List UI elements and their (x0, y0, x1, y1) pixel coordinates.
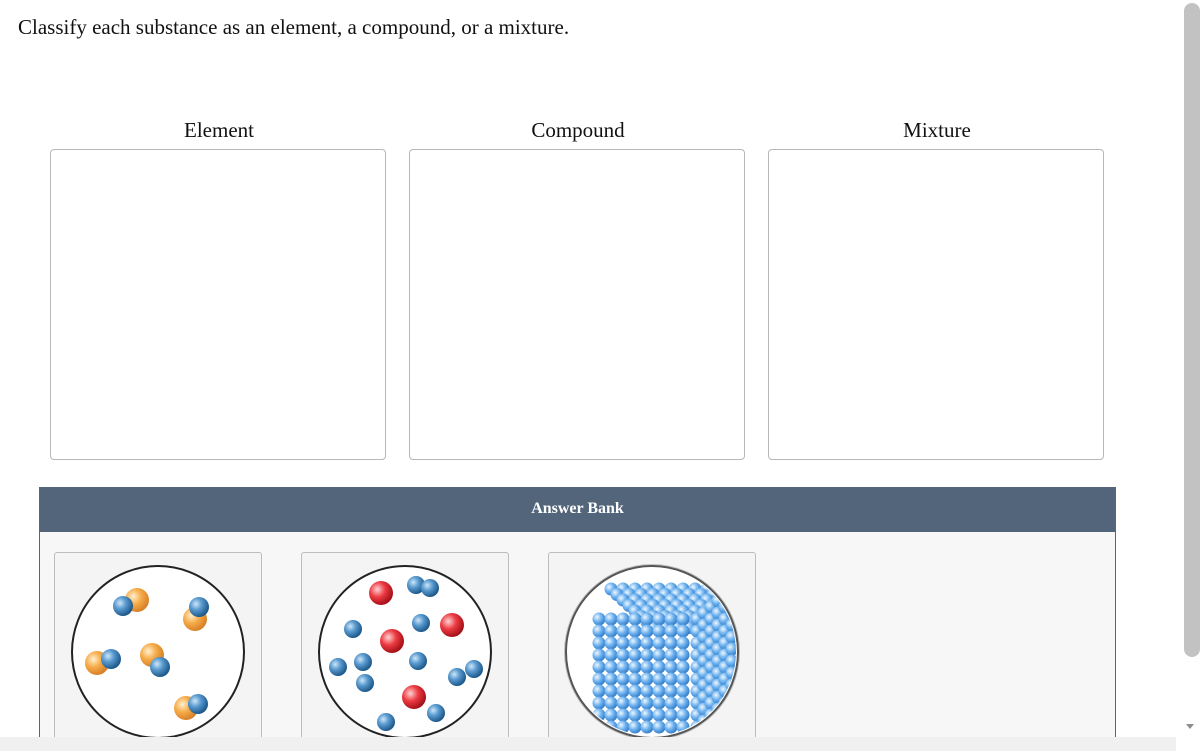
lattice-atom (664, 624, 678, 638)
lattice-atom (676, 672, 690, 686)
lattice-atom (676, 660, 690, 674)
lattice-atom (664, 684, 678, 698)
lattice-atom (628, 684, 642, 698)
lattice-atom (616, 612, 630, 626)
lattice-atom (664, 648, 678, 662)
lattice-atom (664, 720, 678, 734)
lattice-atom (664, 696, 678, 710)
drop-zone-mixture[interactable] (768, 149, 1104, 460)
answer-tile-mixed-atoms[interactable] (301, 552, 509, 751)
lattice-atom (676, 612, 690, 626)
lattice-atom (640, 660, 654, 674)
lattice-atom (652, 708, 666, 722)
lattice-atom (616, 660, 630, 674)
lattice-atom (676, 624, 690, 638)
answer-tile-crystal-lattice[interactable] (548, 552, 756, 751)
bin-label-mixture: Mixture (903, 118, 971, 142)
lattice-atom (604, 660, 618, 674)
lattice-atom (592, 624, 606, 638)
lattice-atom (640, 648, 654, 662)
lattice-atom (640, 672, 654, 686)
lattice-atom (652, 648, 666, 662)
lattice-atom (652, 720, 666, 734)
lattice-atom (652, 660, 666, 674)
lattice-atom (628, 612, 642, 626)
page: Classify each substance as an element, a… (0, 0, 1204, 751)
bin-label-element: Element (184, 118, 254, 142)
lattice-atom (664, 612, 678, 626)
lattice-atom (652, 624, 666, 638)
lattice-atom (592, 696, 606, 710)
answer-bank: Answer Bank (39, 487, 1116, 751)
lattice-atom (604, 624, 618, 638)
lattice-atom (592, 648, 606, 662)
lattice-atom (628, 708, 642, 722)
lattice-atom (628, 720, 642, 734)
lattice-atom (652, 636, 666, 650)
drop-zone-compound[interactable] (409, 149, 745, 460)
lattice-atom (628, 636, 642, 650)
answer-tile-diatomic[interactable] (54, 552, 262, 751)
lattice-atom (652, 672, 666, 686)
lattice-atom (664, 672, 678, 686)
lattice-atom (640, 696, 654, 710)
lattice-atom (592, 660, 606, 674)
diatomic-molecules-image (71, 565, 245, 739)
lattice-atom (628, 648, 642, 662)
lattice-atom (592, 612, 606, 626)
lattice-atom (652, 684, 666, 698)
lattice-atom (604, 672, 618, 686)
lattice-atom (737, 616, 746, 629)
drop-zone-element[interactable] (50, 149, 386, 460)
lattice-atom (676, 636, 690, 650)
lattice-atom (664, 636, 678, 650)
horizontal-scrollbar[interactable] (0, 737, 1176, 751)
lattice-atom (616, 696, 630, 710)
lattice-atom (628, 660, 642, 674)
lattice-atom (676, 684, 690, 698)
mixed-atoms-image (318, 565, 492, 739)
lattice-atom (743, 621, 746, 634)
lattice-atom (628, 696, 642, 710)
lattice-atom (676, 708, 690, 722)
lattice-atom (640, 636, 654, 650)
lattice-atom (640, 624, 654, 638)
answer-bank-header: Answer Bank (40, 488, 1115, 532)
lattice-atom (604, 612, 618, 626)
lattice-atom (640, 612, 654, 626)
lattice-atom (640, 708, 654, 722)
lattice-atom (604, 648, 618, 662)
lattice-atom (652, 612, 666, 626)
scroll-down-arrow-icon[interactable] (1186, 724, 1194, 729)
lattice-atom (616, 636, 630, 650)
lattice-atom (592, 684, 606, 698)
lattice-atom (640, 684, 654, 698)
lattice-atom (616, 624, 630, 638)
lattice-atom (604, 636, 618, 650)
vertical-scrollbar[interactable] (1176, 0, 1204, 751)
lattice-atom (604, 708, 618, 722)
lattice-atom (725, 582, 736, 596)
lattice-atom (592, 672, 606, 686)
lattice-atom (664, 708, 678, 722)
lattice-atom (604, 684, 618, 698)
lattice-atom (640, 720, 654, 734)
lattice-atom (616, 648, 630, 662)
lattice-atom (725, 594, 736, 608)
lattice-atom (616, 708, 630, 722)
lattice-atom (604, 696, 618, 710)
lattice-atom (676, 648, 690, 662)
bin-label-compound: Compound (531, 118, 625, 142)
lattice-atom (592, 636, 606, 650)
question-prompt: Classify each substance as an element, a… (18, 15, 570, 39)
lattice-atom (664, 660, 678, 674)
lattice-atom (616, 672, 630, 686)
crystal-lattice-image (564, 564, 746, 740)
lattice-atom (652, 696, 666, 710)
scroll-thumb[interactable] (1184, 3, 1200, 657)
lattice-atom (676, 696, 690, 710)
lattice-atom (628, 624, 642, 638)
lattice-atom (628, 672, 642, 686)
lattice-atom (616, 684, 630, 698)
